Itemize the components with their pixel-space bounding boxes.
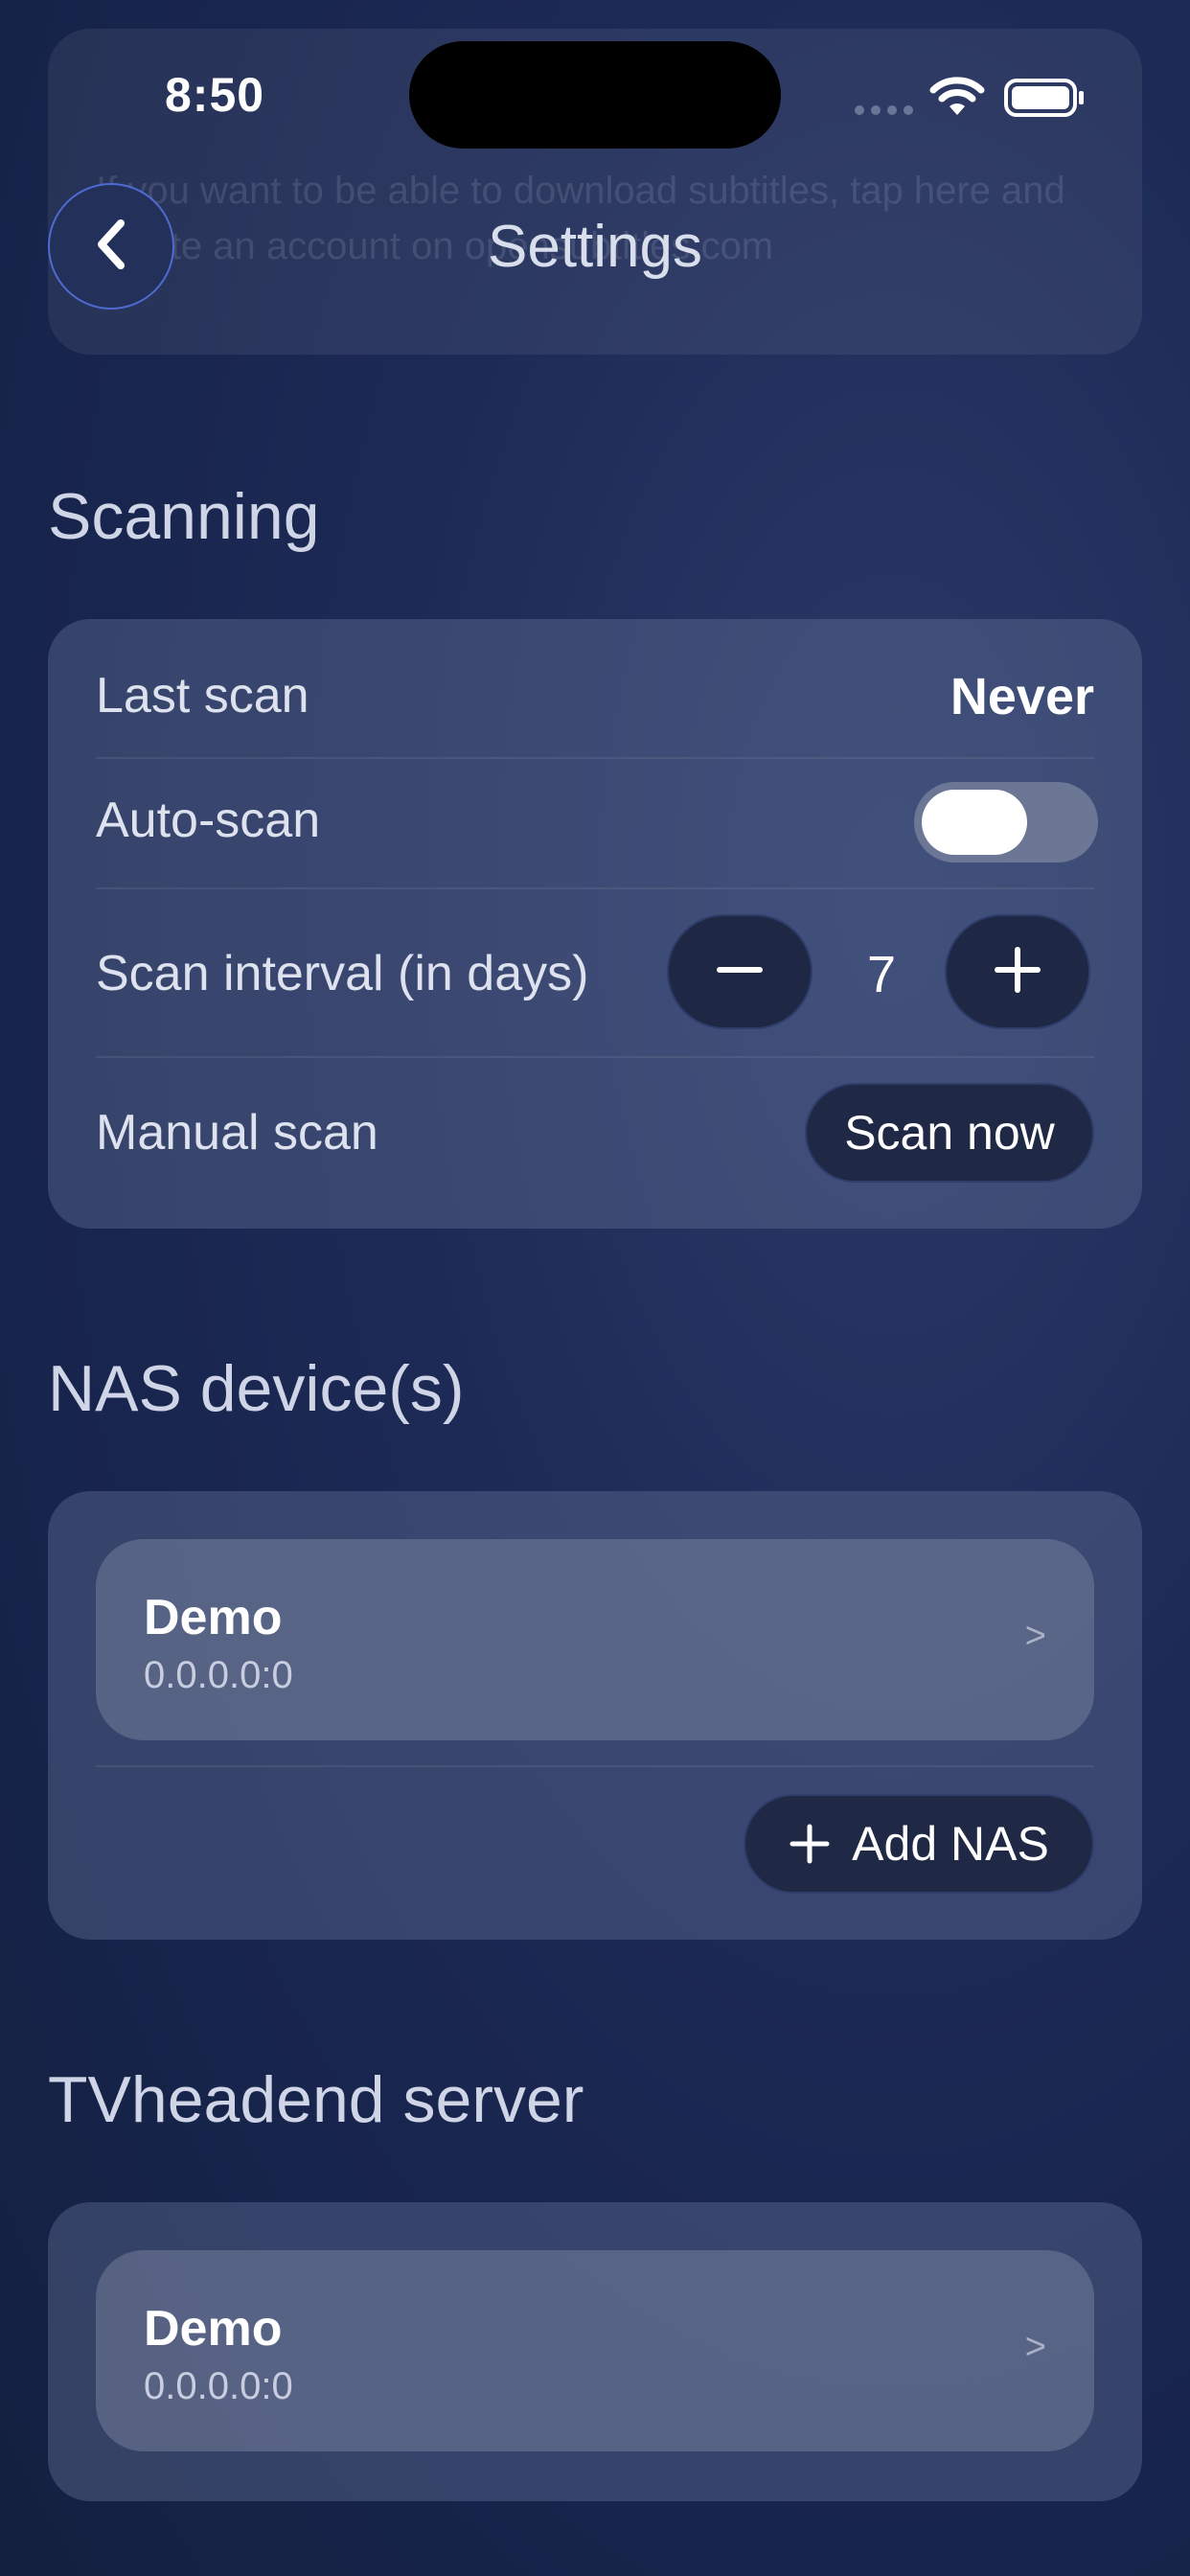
nas-device-item[interactable]: Demo 0.0.0.0:0 >: [96, 1539, 1094, 1740]
add-nas-label: Add NAS: [852, 1817, 1049, 1871]
scan-interval-label: Scan interval (in days): [96, 946, 589, 1001]
tvheadend-server-address: 0.0.0.0:0: [144, 2365, 293, 2407]
battery-icon: [1004, 77, 1087, 124]
divider: [96, 887, 1094, 889]
wifi-icon: [929, 77, 985, 124]
section-title-nas: NAS device(s): [48, 1352, 465, 1425]
increment-interval-button[interactable]: [945, 914, 1090, 1029]
add-nas-button[interactable]: Add NAS: [744, 1794, 1094, 1894]
auto-scan-toggle[interactable]: [914, 782, 1098, 862]
scanning-card: Last scan Never Auto-scan Scan interval …: [48, 619, 1142, 1229]
toggle-knob: [922, 790, 1027, 855]
scan-interval-value: 7: [866, 946, 897, 1003]
last-scan-label: Last scan: [96, 668, 309, 724]
last-scan-value: Never: [950, 668, 1094, 725]
tvheadend-card: Demo 0.0.0.0:0 >: [48, 2202, 1142, 2501]
plus-icon: [994, 946, 1041, 999]
minus-icon: [716, 946, 764, 999]
tvheadend-server-item[interactable]: Demo 0.0.0.0:0 >: [96, 2250, 1094, 2451]
chevron-right-icon: >: [1024, 1616, 1046, 1656]
divider: [96, 1056, 1094, 1058]
plus-icon: [789, 1823, 831, 1865]
page-title: Settings: [487, 214, 703, 280]
section-title-scanning: Scanning: [48, 480, 320, 553]
decrement-interval-button[interactable]: [667, 914, 812, 1029]
divider: [96, 1765, 1094, 1767]
nas-device-address: 0.0.0.0:0: [144, 1654, 293, 1696]
manual-scan-label: Manual scan: [96, 1105, 378, 1161]
dynamic-island: [409, 41, 781, 149]
cellular-signal-icon: [855, 105, 913, 115]
auto-scan-label: Auto-scan: [96, 793, 321, 848]
chevron-right-icon: >: [1024, 2327, 1046, 2367]
divider: [96, 757, 1094, 759]
nas-device-name: Demo: [144, 1590, 283, 1645]
section-title-tvheadend: TVheadend server: [48, 2063, 584, 2136]
nas-card: Demo 0.0.0.0:0 > Add NAS: [48, 1491, 1142, 1940]
scan-now-button[interactable]: Scan now: [805, 1083, 1094, 1183]
tvheadend-server-name: Demo: [144, 2301, 283, 2357]
status-time: 8:50: [165, 68, 265, 122]
